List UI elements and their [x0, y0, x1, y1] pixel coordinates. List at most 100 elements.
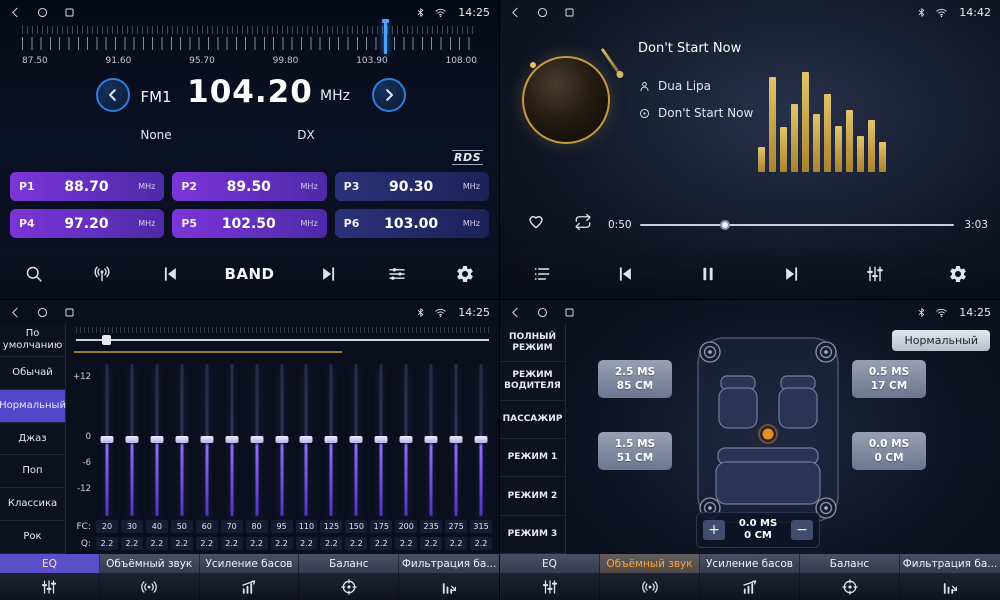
nav-back-icon[interactable]: [9, 6, 22, 19]
filter-tab-icon[interactable]: [900, 573, 1000, 600]
delay-front-right[interactable]: 0.5 MS 17 CM: [852, 360, 926, 398]
eq-band-knob[interactable]: [300, 436, 313, 443]
delay-front-left[interactable]: 2.5 MS 85 CM: [598, 360, 672, 398]
eq-band-knob[interactable]: [350, 436, 363, 443]
tune-up-button[interactable]: [372, 78, 406, 112]
eq-band-slider[interactable]: [394, 362, 418, 518]
eq-preset-item[interactable]: Рок: [0, 521, 65, 554]
eq-band-knob[interactable]: [450, 436, 463, 443]
nav-recents-icon[interactable]: [63, 306, 76, 319]
eq-level-line[interactable]: [74, 351, 342, 353]
nav-home-icon[interactable]: [36, 6, 49, 19]
surround-mode-item[interactable]: РЕЖИМ 1: [500, 439, 565, 477]
eq-band-slider[interactable]: [419, 362, 443, 518]
eq-band-slider[interactable]: [444, 362, 468, 518]
radio-settings-button[interactable]: [445, 254, 485, 294]
tab-filter[interactable]: Фильтрация ба...: [900, 554, 1000, 573]
bass-boost-tab-icon[interactable]: [200, 573, 300, 600]
filter-tab-icon[interactable]: [399, 573, 499, 600]
eq-band-knob[interactable]: [275, 436, 288, 443]
eq-tab-icon[interactable]: [0, 573, 100, 600]
nav-back-icon[interactable]: [9, 306, 22, 319]
nav-back-icon[interactable]: [509, 306, 522, 319]
eq-band-slider[interactable]: [145, 362, 169, 518]
surround-tab-icon[interactable]: [600, 573, 700, 600]
preset-button-p6[interactable]: P6103.00MHz: [335, 209, 489, 238]
eq-band-knob[interactable]: [225, 436, 238, 443]
tab-balance[interactable]: Баланс: [299, 554, 399, 573]
eq-band-slider[interactable]: [95, 362, 119, 518]
eq-band-knob[interactable]: [325, 436, 338, 443]
equalizer-button[interactable]: [855, 254, 895, 294]
surround-mode-item[interactable]: ПОЛНЫЙ РЕЖИМ: [500, 324, 565, 362]
tab-eq[interactable]: EQ: [500, 554, 600, 573]
eq-band-knob[interactable]: [200, 436, 213, 443]
eq-band-knob[interactable]: [125, 436, 138, 443]
nav-recents-icon[interactable]: [563, 6, 576, 19]
eq-preset-item[interactable]: Джаз: [0, 423, 65, 456]
eq-band-slider[interactable]: [120, 362, 144, 518]
nav-back-icon[interactable]: [509, 6, 522, 19]
progress-track[interactable]: [640, 224, 954, 226]
eq-band-slider[interactable]: [344, 362, 368, 518]
balance-tab-icon[interactable]: [299, 573, 399, 600]
eq-tab-icon[interactable]: [500, 573, 600, 600]
tab-surround[interactable]: Объёмный звук: [600, 554, 700, 573]
eq-band-knob[interactable]: [175, 436, 188, 443]
eq-preset-item[interactable]: Поп: [0, 455, 65, 488]
preset-button-p2[interactable]: P289.50MHz: [172, 172, 326, 201]
tab-filter[interactable]: Фильтрация ба...: [399, 554, 499, 573]
tab-bass-boost[interactable]: Усиление басов: [200, 554, 300, 573]
previous-track-button[interactable]: [605, 254, 645, 294]
eq-band-knob[interactable]: [475, 436, 488, 443]
balance-tab-icon[interactable]: [800, 573, 900, 600]
eq-master-knob[interactable]: [102, 335, 111, 345]
seek-next-button[interactable]: [309, 254, 349, 294]
eq-band-knob[interactable]: [425, 436, 438, 443]
repeat-button[interactable]: [574, 213, 592, 231]
bass-boost-tab-icon[interactable]: [700, 573, 800, 600]
radio-settings-sliders-button[interactable]: [377, 254, 417, 294]
band-button[interactable]: BAND: [218, 254, 280, 294]
eq-band-knob[interactable]: [375, 436, 388, 443]
delay-increase-button[interactable]: +: [703, 520, 725, 540]
eq-band-slider[interactable]: [220, 362, 244, 518]
next-track-button[interactable]: [772, 254, 812, 294]
seek-previous-button[interactable]: [150, 254, 190, 294]
preset-button-p5[interactable]: P5102.50MHz: [172, 209, 326, 238]
nav-home-icon[interactable]: [536, 306, 549, 319]
tab-surround[interactable]: Объёмный звук: [100, 554, 200, 573]
eq-preset-item[interactable]: По умолчанию: [0, 324, 65, 357]
preset-button-p4[interactable]: P497.20MHz: [10, 209, 164, 238]
eq-band-slider[interactable]: [170, 362, 194, 518]
eq-band-slider[interactable]: [195, 362, 219, 518]
surround-mode-item[interactable]: РЕЖИМ ВОДИТЕЛЯ: [500, 362, 565, 400]
delay-rear-left[interactable]: 1.5 MS 51 CM: [598, 432, 672, 470]
nav-home-icon[interactable]: [36, 306, 49, 319]
tab-balance[interactable]: Баланс: [800, 554, 900, 573]
eq-preset-item[interactable]: Нормальный: [0, 390, 65, 423]
delay-rear-right[interactable]: 0.0 MS 0 CM: [852, 432, 926, 470]
tab-eq[interactable]: EQ: [0, 554, 100, 573]
eq-preset-item[interactable]: Обычай: [0, 357, 65, 390]
eq-band-knob[interactable]: [100, 436, 113, 443]
eq-band-knob[interactable]: [400, 436, 413, 443]
playlist-button[interactable]: [522, 254, 562, 294]
progress-knob[interactable]: [720, 220, 730, 230]
eq-band-slider[interactable]: [270, 362, 294, 518]
eq-preset-item[interactable]: Классика: [0, 488, 65, 521]
player-settings-button[interactable]: [938, 254, 978, 294]
preset-button-p1[interactable]: P188.70MHz: [10, 172, 164, 201]
nav-recents-icon[interactable]: [563, 306, 576, 319]
surround-mode-item[interactable]: РЕЖИМ 2: [500, 477, 565, 515]
eq-band-slider[interactable]: [369, 362, 393, 518]
nav-home-icon[interactable]: [536, 6, 549, 19]
favorite-button[interactable]: [526, 211, 546, 231]
delay-decrease-button[interactable]: −: [791, 520, 813, 540]
eq-master-slider[interactable]: [76, 339, 489, 341]
tab-bass-boost[interactable]: Усиление басов: [700, 554, 800, 573]
eq-band-knob[interactable]: [250, 436, 263, 443]
pause-button[interactable]: [688, 254, 728, 294]
eq-band-slider[interactable]: [295, 362, 319, 518]
eq-band-knob[interactable]: [150, 436, 163, 443]
